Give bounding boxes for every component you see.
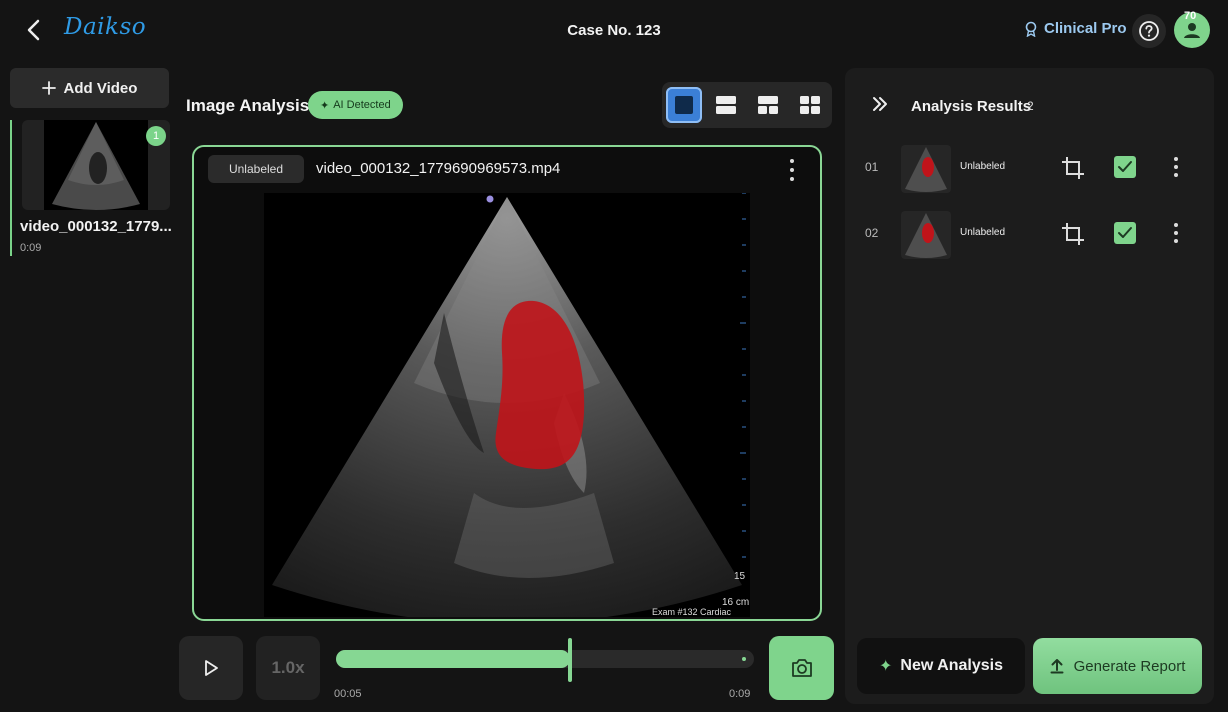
more-options-icon[interactable] [784, 159, 800, 181]
ultrasound-svg [272, 192, 746, 619]
app-logo: Daikso [64, 14, 147, 40]
crop-icon[interactable] [1061, 222, 1085, 251]
row-more-icon[interactable] [1172, 223, 1180, 243]
sparkle-icon: ✦ [320, 99, 330, 112]
layout-switcher [662, 82, 832, 128]
row-thumbnail [901, 145, 951, 193]
plus-icon [41, 81, 56, 95]
results-count: 2 [1027, 99, 1034, 113]
snapshot-button[interactable] [769, 636, 834, 700]
ai-badge-label: AI Detected [333, 99, 391, 111]
plan-badge[interactable]: Clinical Pro [1024, 20, 1127, 37]
file-name: video_000132_1779690969573.mp4 [316, 160, 561, 177]
video-list-item[interactable]: 1 video_000132_1779... 0:09 [10, 120, 174, 256]
layout-rows-button[interactable] [708, 87, 744, 123]
speed-button[interactable]: 1.0x [256, 636, 320, 700]
current-time: 00:05 [334, 688, 362, 700]
single-view-icon [675, 96, 693, 114]
scrub-handle[interactable] [568, 638, 573, 682]
result-row[interactable]: 01 Unlabeled [845, 142, 1214, 196]
camera-icon [791, 659, 812, 677]
layout-single-button[interactable] [666, 87, 702, 123]
row-thumbnail [901, 211, 951, 259]
layout-grid-button[interactable] [792, 87, 828, 123]
award-icon [1025, 21, 1037, 37]
row-label: Unlabeled [960, 161, 1006, 172]
crop-icon[interactable] [1061, 156, 1085, 185]
chevron-left-icon [27, 19, 40, 41]
end-marker [742, 657, 746, 661]
row-number: 02 [865, 226, 879, 240]
layout-three-button[interactable] [750, 87, 786, 123]
check-icon [1118, 161, 1132, 172]
add-video-label: Add Video [63, 79, 138, 97]
results-panel: Analysis Results 2 01 Unlabeled 02 Unlab… [845, 68, 1214, 704]
help-button[interactable] [1132, 14, 1166, 48]
split-three-icon [758, 96, 778, 114]
generate-report-label: Generate Report [1073, 657, 1186, 675]
total-time: 0:09 [729, 688, 751, 700]
check-icon [1118, 227, 1132, 238]
row-checkbox[interactable] [1114, 156, 1136, 178]
new-analysis-button[interactable]: ✦ New Analysis [857, 638, 1025, 694]
ai-detected-badge: ✦ AI Detected [308, 91, 403, 119]
generate-report-button[interactable]: Generate Report [1033, 638, 1202, 694]
exam-label: Exam #132 Cardiac [652, 607, 732, 617]
video-count-badge: 1 [146, 126, 166, 146]
progress-track[interactable] [336, 650, 754, 668]
section-title: Image Analysis [186, 96, 310, 115]
results-title: Analysis Results [911, 98, 1032, 115]
play-button[interactable] [179, 636, 243, 700]
label-chip[interactable]: Unlabeled [208, 155, 304, 183]
row-label: Unlabeled [960, 227, 1006, 238]
video-duration: 0:09 [20, 242, 42, 254]
result-row[interactable]: 02 Unlabeled [845, 208, 1214, 262]
help-icon [1139, 21, 1159, 41]
row-more-icon[interactable] [1172, 157, 1180, 177]
collapse-panel-icon[interactable] [871, 96, 889, 117]
depth-value: 15 [734, 571, 746, 582]
image-viewer[interactable]: Unlabeled video_000132_1779690969573.mp4 [192, 145, 822, 621]
progress-fill [336, 650, 571, 668]
add-video-button[interactable]: Add Video [10, 68, 169, 108]
grid-icon [800, 96, 820, 114]
row-number: 01 [865, 160, 879, 174]
new-analysis-label: New Analysis [900, 657, 1003, 674]
sparkle-icon: ✦ [879, 658, 893, 675]
split-rows-icon [716, 96, 736, 114]
avatar-badge: 70 [1184, 10, 1197, 22]
play-icon [205, 660, 218, 676]
user-icon [1184, 23, 1200, 38]
plan-label: Clinical Pro [1044, 20, 1127, 37]
back-button[interactable] [14, 12, 54, 48]
video-name: video_000132_1779... [20, 218, 172, 235]
ultrasound-image[interactable] [264, 192, 750, 619]
row-checkbox[interactable] [1114, 222, 1136, 244]
upload-icon [1050, 659, 1064, 674]
